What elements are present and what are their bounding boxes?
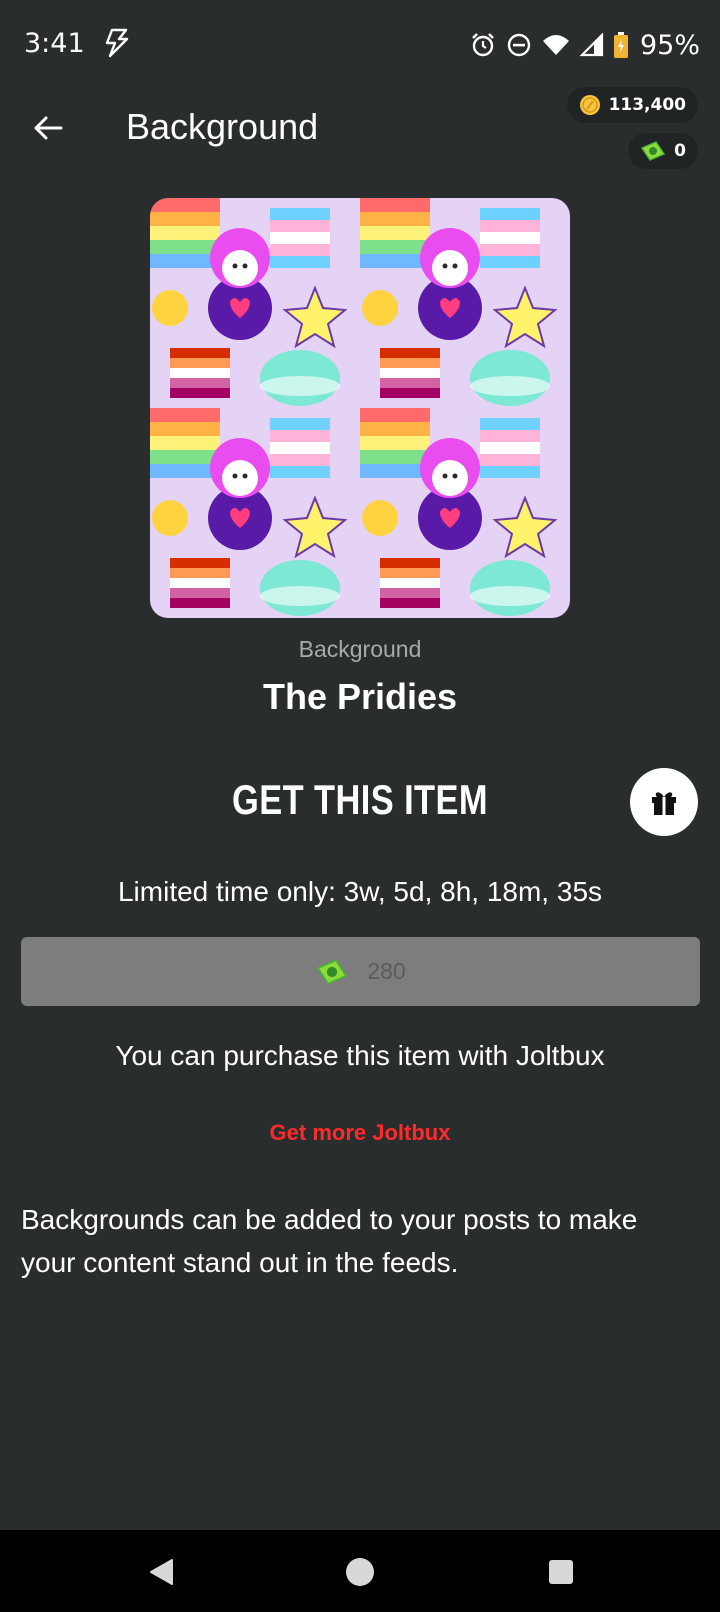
item-description: Backgrounds can be added to your posts t… (21, 1204, 638, 1278)
joltbux-balance[interactable]: 0 (628, 133, 698, 169)
gift-button[interactable] (630, 768, 698, 836)
item-type-label: Background (298, 636, 422, 662)
lightning-icon (105, 28, 129, 58)
limited-time-countdown: Limited time only: 3w, 5d, 8h, 18m, 35s (117, 876, 603, 907)
nav-home-button[interactable] (340, 1555, 380, 1589)
status-icons: 95% (470, 28, 700, 62)
nav-recents-button[interactable] (541, 1555, 581, 1589)
signal-icon (579, 33, 604, 57)
nav-back-button[interactable] (142, 1555, 182, 1589)
joltbux-icon (641, 141, 666, 161)
back-arrow-icon (34, 116, 63, 140)
alarm-icon (472, 33, 494, 57)
wifi-icon (542, 35, 569, 55)
coin-balance[interactable]: 113,400 (566, 87, 698, 123)
item-name: The Pridies (262, 676, 458, 717)
page-title: Background (126, 106, 319, 147)
background-preview-image (150, 198, 570, 618)
get-item-heading: GET THIS ITEM (232, 776, 488, 823)
purchase-button[interactable]: 280 (21, 937, 700, 1006)
coin-icon (579, 95, 600, 115)
nav-home-icon (346, 1558, 374, 1586)
status-time: 3:41 (24, 28, 85, 59)
battery-percent: 95% (639, 29, 700, 61)
dnd-icon (507, 33, 531, 57)
joltbux-icon (316, 958, 348, 985)
get-more-joltbux-link[interactable]: Get more Joltbux (0, 1120, 720, 1146)
joltbux-count: 0 (674, 141, 686, 161)
coin-count: 113,400 (608, 95, 686, 115)
purchase-info-text: You can purchase this item with Joltbux (115, 1040, 605, 1071)
nav-recents-icon (549, 1560, 573, 1584)
back-button[interactable] (28, 108, 68, 148)
gift-icon (652, 792, 676, 815)
nav-back-icon (150, 1559, 173, 1585)
purchase-price: 280 (367, 958, 406, 984)
battery-icon (613, 32, 628, 58)
